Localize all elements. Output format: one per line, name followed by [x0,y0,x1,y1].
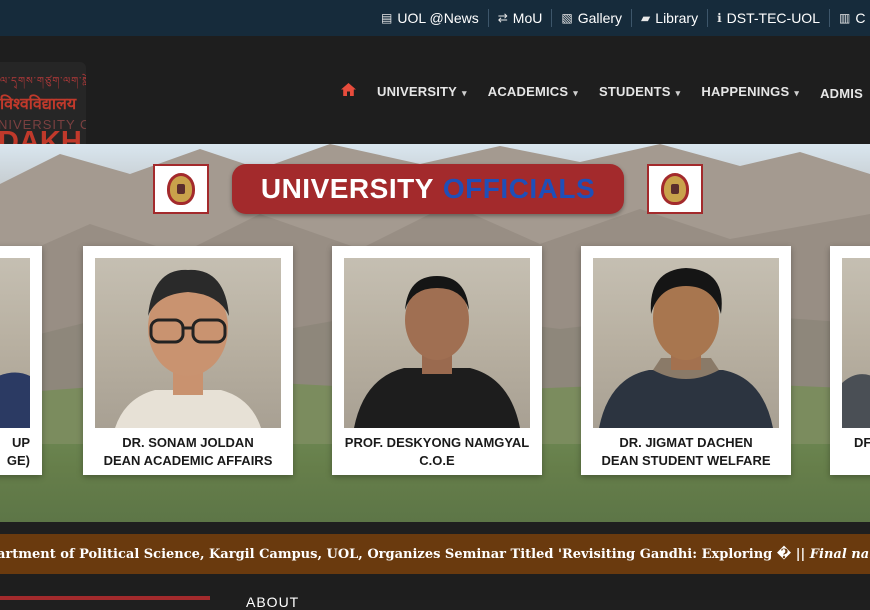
nav-item-students[interactable]: STUDENTS ▾ [599,84,680,99]
official-name: DR. JIGMAT DACHEN DEAN STUDENT WELFARE [581,434,791,470]
banner-title-word1: UNIVERSITY [260,173,434,204]
official-photo [0,258,30,428]
banner-title: UNIVERSITY OFFICIALS [232,164,624,214]
official-name-line1: DR. JIGMAT DACHEN [619,435,753,450]
top-link-label: UOL @News [397,10,479,26]
logo-hindi-text: विश्वविद्यालय [0,94,77,113]
official-card[interactable]: DR. SONAM JOLDAN DEAN ACADEMIC AFFAIRS [83,246,293,475]
official-title-line2: C.O.E [419,453,455,468]
top-link-mou[interactable]: ⇄ MoU [489,9,553,27]
top-link-library[interactable]: ▰ Library [632,9,709,27]
official-photo [344,258,530,428]
top-link-label: Gallery [577,10,623,26]
official-name: UP GE) [0,434,42,470]
ticker-item: artment of Political Science, Kargil Cam… [0,546,810,562]
official-title-line2: GE) [6,453,30,468]
official-photo [842,258,870,428]
official-card[interactable]: DF [830,246,870,475]
handshake-icon: ⇄ [497,11,508,25]
official-name-line1: DF [854,435,870,450]
banner-title-word2: OFFICIALS [442,173,596,204]
officials-banner[interactable]: UNIVERSITY OFFICIALS UP GE) DR. SONAM JOL… [0,144,870,522]
home-icon[interactable] [341,83,356,100]
top-link-label: C [855,10,866,26]
building-icon: ▥ [838,11,851,25]
nav-item-label: HAPPENINGS [701,84,790,99]
official-card[interactable]: PROF. DESKYONG NAMGYAL C.O.E [332,246,542,475]
book-icon: ▰ [641,11,651,25]
top-link-cut[interactable]: ▥ C [830,9,870,27]
top-link-label: MoU [512,10,543,26]
nav-item-label: ADMIS [820,86,863,101]
newspaper-icon: ▤ [381,11,393,25]
official-card[interactable]: UP GE) [0,246,42,475]
official-title-line2: DEAN STUDENT WELFARE [601,453,771,468]
official-name-line1: DR. SONAM JOLDAN [122,435,254,450]
nav-item-university[interactable]: UNIVERSITY ▾ [377,84,467,99]
official-name: PROF. DESKYONG NAMGYAL C.O.E [332,434,542,470]
top-link-news[interactable]: ▤ UOL @News [372,9,489,27]
sidebar-accent-bar [0,596,210,600]
official-name: DF [830,434,870,452]
chevron-down-icon: ▾ [794,88,800,98]
ticker-item-italic: Final names of the contesting c [809,546,870,562]
official-card[interactable]: DR. JIGMAT DACHEN DEAN STUDENT WELFARE [581,246,791,475]
content-section: ABOUT [0,574,870,610]
official-name-line1: UP [11,435,30,450]
top-link-label: Library [655,10,699,26]
nav-item-label: STUDENTS [598,84,671,99]
image-icon: ▧ [561,11,573,25]
nav-item-academics[interactable]: ACADEMICS ▾ [488,84,578,99]
official-title-line2: DEAN ACADEMIC AFFAIRS [103,453,273,468]
top-links: ▤ UOL @News ⇄ MoU ▧ Gallery ▰ Library ℹ DST-T… [372,0,870,36]
main-nav: UNIVERSITY ▾ ACADEMICS ▾ STUDENTS ▾ HAPPENI… [341,82,870,101]
info-icon: ℹ [717,11,722,25]
official-name-line1: PROF. DESKYONG NAMGYAL [344,435,530,450]
university-seal-left [153,164,209,214]
nav-item-label: ACADEMICS [487,84,569,99]
official-photo [95,258,281,428]
ticker-text: artment of Political Science, Kargil Cam… [0,547,870,562]
chevron-down-icon: ▾ [462,88,467,98]
top-link-dst-tec[interactable]: ℹ DST-TEC-UOL [708,9,830,27]
nav-item-happenings[interactable]: HAPPENINGS ▾ [701,84,799,99]
university-seal-right [647,164,703,214]
crest-icon [661,173,689,205]
official-name: DR. SONAM JOLDAN DEAN ACADEMIC AFFAIRS [83,434,293,470]
nav-item-label: UNIVERSITY [377,84,458,99]
crest-icon [167,173,195,205]
about-heading: ABOUT [246,594,300,610]
chevron-down-icon: ▾ [675,88,681,98]
nav-item-admissions[interactable]: ADMIS [820,86,863,101]
top-link-label: DST-TEC-UOL [726,10,820,26]
top-link-gallery[interactable]: ▧ Gallery [552,9,633,27]
news-ticker[interactable]: artment of Political Science, Kargil Cam… [0,534,870,574]
site-header: ལ་དྭགས་གཙུག་ལག་སློབ་གྲྭ विश्वविद्यालय NI… [0,36,870,160]
chevron-down-icon: ▾ [573,88,578,98]
top-bar: ▤ UOL @News ⇄ MoU ▧ Gallery ▰ Library ℹ DST-T… [0,0,870,36]
official-photo [593,258,779,428]
